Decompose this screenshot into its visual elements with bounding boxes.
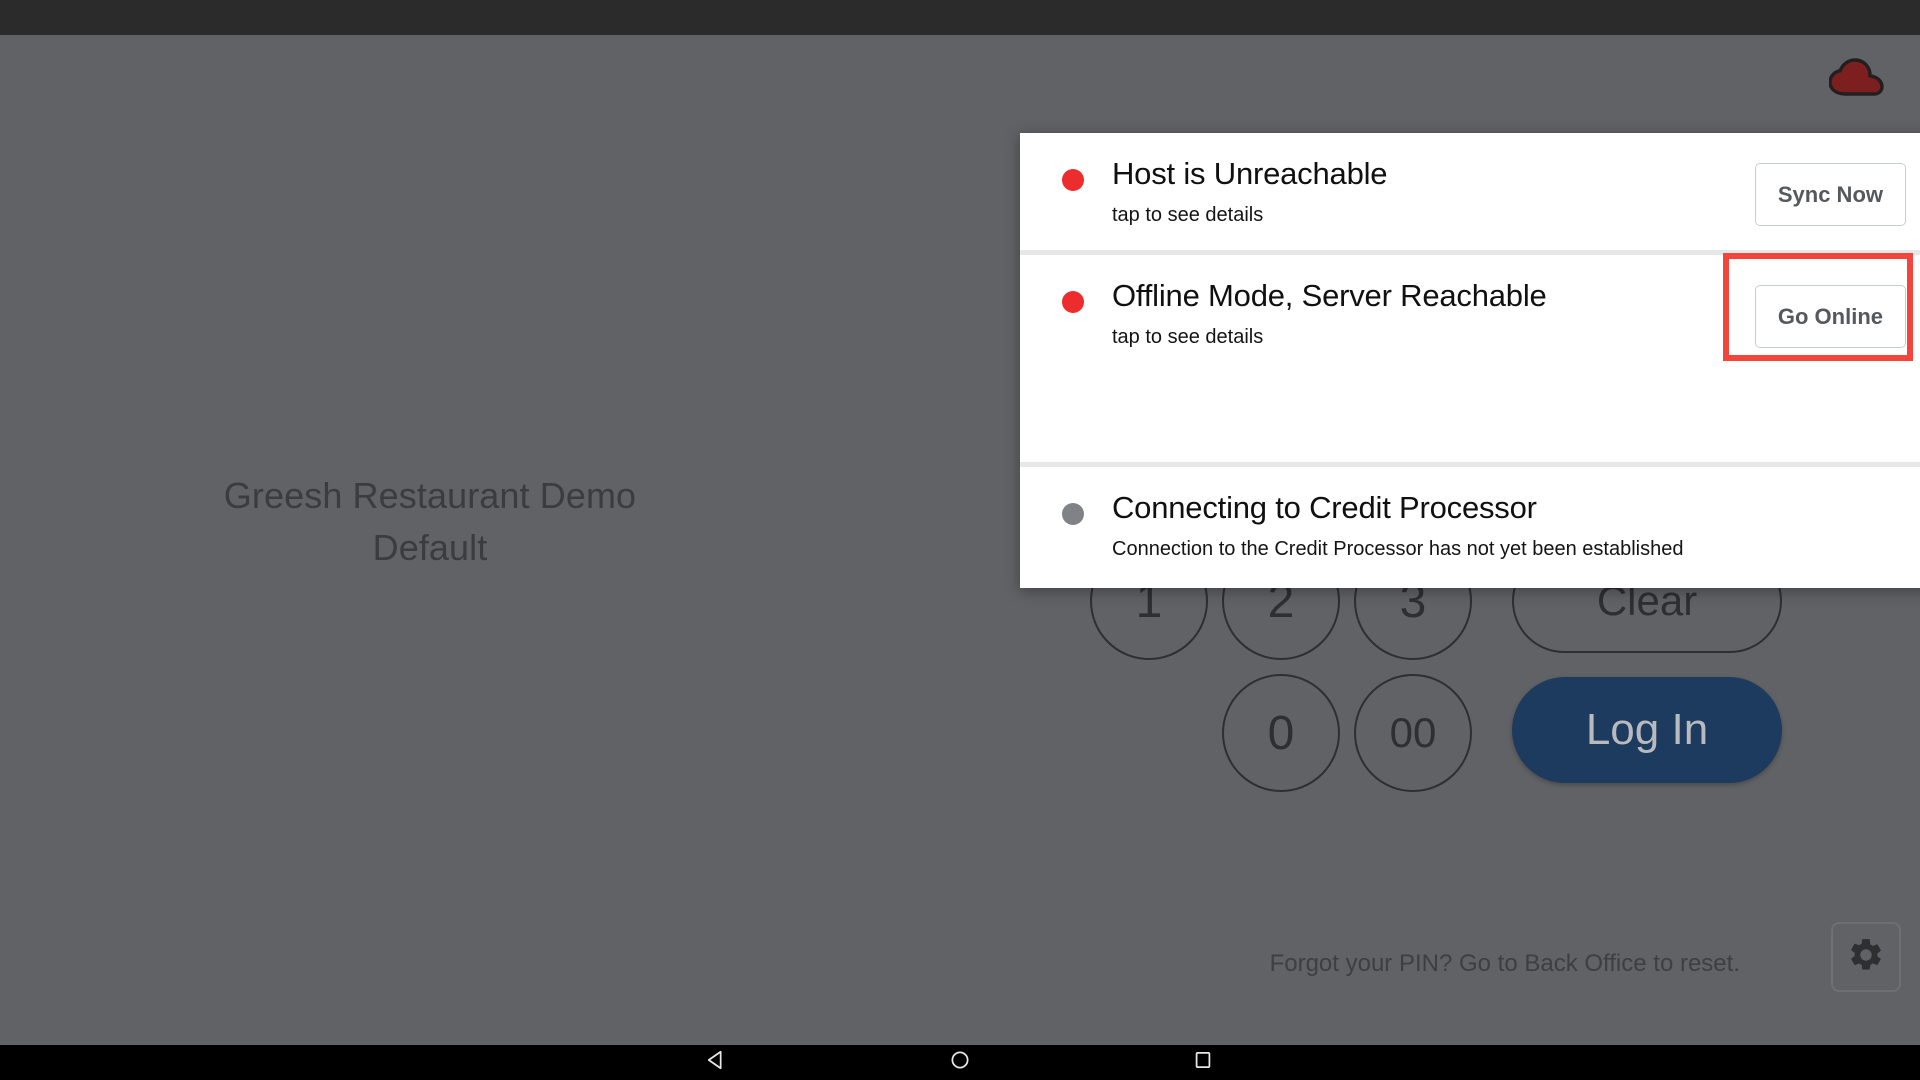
status-subtitle: Connection to the Credit Processor has n…	[1112, 538, 1684, 560]
go-online-button[interactable]: Go Online	[1754, 285, 1906, 348]
back-triangle-icon	[706, 1049, 728, 1076]
key-0[interactable]: 0	[1222, 674, 1340, 792]
status-row-action: Sync Now	[1754, 155, 1906, 226]
settings-gear-button[interactable]	[1831, 922, 1901, 992]
venue-label: Greesh Restaurant Demo Default	[100, 470, 760, 574]
android-status-bar	[0, 0, 1920, 35]
status-title: Host is Unreachable	[1112, 156, 1388, 191]
gear-icon	[1847, 936, 1885, 979]
connection-status-panel: Host is Unreachable tap to see details S…	[1020, 133, 1920, 588]
status-row-credit-processor[interactable]: Connecting to Credit Processor Connectio…	[1020, 467, 1920, 588]
cloud-status-icon[interactable]	[1822, 52, 1892, 104]
status-dot-grey-icon	[1062, 503, 1084, 525]
pin-hint-text: Forgot your PIN? Go to Back Office to re…	[1269, 950, 1740, 977]
android-nav-bar	[0, 1045, 1920, 1080]
status-row-text: Host is Unreachable tap to see details	[1084, 155, 1755, 228]
status-row-host-unreachable[interactable]: Host is Unreachable tap to see details S…	[1020, 133, 1920, 250]
status-title: Offline Mode, Server Reachable	[1112, 278, 1547, 313]
recents-square-icon	[1192, 1049, 1214, 1076]
status-row-action: Go Online	[1754, 277, 1906, 348]
status-title: Connecting to Credit Processor	[1112, 490, 1537, 525]
status-row-text: Offline Mode, Server Reachable tap to se…	[1084, 277, 1755, 350]
home-circle-icon	[949, 1049, 971, 1076]
status-dot-red-icon	[1062, 169, 1084, 191]
revenue-center-name: Default	[372, 527, 488, 568]
screen-root: Greesh Restaurant Demo Default 1 2 3 0 0…	[0, 0, 1920, 1080]
status-subtitle: tap to see details	[1112, 326, 1264, 348]
nav-home-button[interactable]	[915, 1045, 1005, 1080]
login-button[interactable]: Log In	[1512, 677, 1782, 783]
nav-back-button[interactable]	[672, 1045, 762, 1080]
key-00[interactable]: 00	[1354, 674, 1472, 792]
status-dot-red-icon	[1062, 291, 1084, 313]
status-subtitle: tap to see details	[1112, 204, 1264, 226]
sync-now-button[interactable]: Sync Now	[1754, 163, 1906, 226]
nav-recents-button[interactable]	[1158, 1045, 1248, 1080]
status-row-text: Connecting to Credit Processor Connectio…	[1084, 489, 1906, 562]
status-row-offline-mode[interactable]: Offline Mode, Server Reachable tap to se…	[1020, 255, 1920, 462]
venue-name: Greesh Restaurant Demo	[223, 475, 637, 516]
